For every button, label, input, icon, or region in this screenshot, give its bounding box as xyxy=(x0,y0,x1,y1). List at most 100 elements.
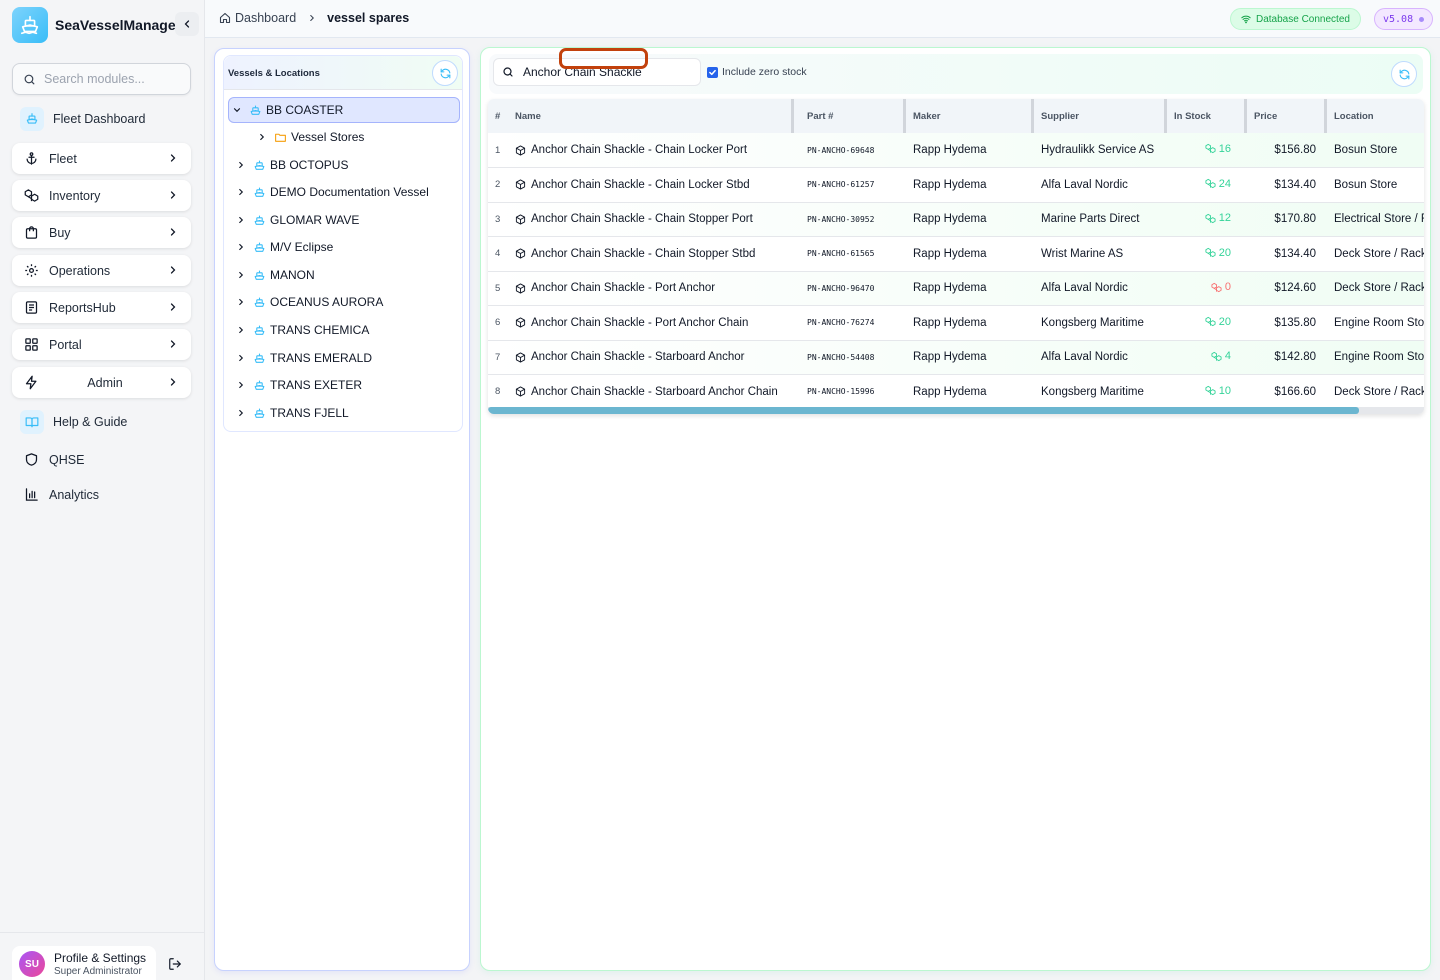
chevron-right-icon[interactable] xyxy=(233,297,249,307)
version-dot xyxy=(1419,16,1425,22)
nav-reportshub[interactable]: ReportsHub xyxy=(12,292,191,323)
table-row[interactable]: 4 Anchor Chain Shackle - Chain Stopper S… xyxy=(488,236,1424,272)
table-row[interactable]: 6 Anchor Chain Shackle - Port Anchor Cha… xyxy=(488,305,1424,341)
tree-node-vessel[interactable]: TRANS FJELL xyxy=(233,400,349,426)
part-number: PN-ANCHO-54408 xyxy=(794,340,906,375)
nav-qhse[interactable]: QHSE xyxy=(12,444,191,475)
search-icon xyxy=(503,67,513,77)
location: Engine Room Store xyxy=(1327,340,1424,375)
price: $134.40 xyxy=(1247,236,1327,272)
tree-node-vessel[interactable]: TRANS EXETER xyxy=(233,372,362,398)
nav-operations[interactable]: Operations xyxy=(12,255,191,286)
stock-icon xyxy=(1205,247,1216,258)
nav-label: Analytics xyxy=(49,487,100,502)
part-name: Anchor Chain Shackle - Chain Locker Stbd xyxy=(531,178,750,191)
chevron-right-icon[interactable] xyxy=(233,408,249,418)
part-name-cell: Anchor Chain Shackle - Chain Locker Port xyxy=(508,133,794,168)
nav-fleet[interactable]: Fleet xyxy=(12,143,191,174)
tree-node-vessel[interactable]: TRANS CHEMICA xyxy=(233,317,369,343)
logout-icon[interactable] xyxy=(168,957,182,971)
nav-inventory[interactable]: Inventory xyxy=(12,180,191,211)
column-header-index[interactable]: # xyxy=(488,99,508,133)
supplier: Alfa Laval Nordic xyxy=(1034,167,1167,203)
spares-panel: Include zero stock # Name Part # Maker S… xyxy=(480,47,1431,971)
chevron-right-icon[interactable] xyxy=(233,353,249,363)
stock-value: 0 xyxy=(1224,281,1231,293)
column-header-name[interactable]: Name xyxy=(508,99,794,133)
column-header-location[interactable]: Location xyxy=(1327,99,1424,133)
location: Deck Store / Rack C xyxy=(1327,374,1424,410)
chevron-right-icon[interactable] xyxy=(233,325,249,335)
tree-node-vessel-stores[interactable]: Vessel Stores xyxy=(254,124,364,150)
tree-node-vessel[interactable]: DEMO Documentation Vessel xyxy=(233,179,429,205)
home-icon[interactable] xyxy=(219,12,231,24)
tree-node-vessel[interactable]: MANON xyxy=(233,262,315,288)
chevron-right-icon[interactable] xyxy=(233,270,249,280)
nav-portal[interactable]: Portal xyxy=(12,329,191,360)
top-bar: Dashboard vessel spares Database Connect… xyxy=(205,0,1440,38)
supplier: Wrist Marine AS xyxy=(1034,236,1167,272)
refresh-spares-button[interactable] xyxy=(1391,61,1417,87)
breadcrumb-dashboard[interactable]: Dashboard xyxy=(235,11,296,25)
stock-value: 16 xyxy=(1218,142,1231,155)
chevron-right-icon[interactable] xyxy=(233,242,249,252)
part-number: PN-ANCHO-96470 xyxy=(794,271,906,306)
chevron-down-icon[interactable] xyxy=(229,105,245,115)
profile-settings-button[interactable]: SU Profile & Settings Super Administrato… xyxy=(12,946,156,980)
column-header-stock[interactable]: In Stock xyxy=(1167,99,1247,133)
tree-node-vessel[interactable]: GLOMAR WAVE xyxy=(233,207,359,233)
row-index: 1 xyxy=(488,133,508,168)
chevron-right-icon xyxy=(170,378,176,386)
table-row[interactable]: 8 Anchor Chain Shackle - Starboard Ancho… xyxy=(488,374,1424,410)
chevron-right-icon[interactable] xyxy=(233,187,249,197)
supplier: Hydraulikk Service AS xyxy=(1034,133,1167,168)
maker: Rapp Hydema xyxy=(906,340,1034,375)
tree-node-vessel[interactable]: BB OCTOPUS xyxy=(233,152,348,178)
column-header-maker[interactable]: Maker xyxy=(906,99,1034,133)
nav-analytics[interactable]: Analytics xyxy=(12,479,191,510)
package-icon xyxy=(515,317,526,328)
part-name-cell: Anchor Chain Shackle - Port Anchor xyxy=(508,271,794,306)
tree-node-label: TRANS FJELL xyxy=(270,406,349,420)
table-row[interactable]: 2 Anchor Chain Shackle - Chain Locker St… xyxy=(488,167,1424,203)
include-zero-stock-toggle[interactable]: Include zero stock xyxy=(707,66,807,78)
horizontal-scrollbar[interactable] xyxy=(488,407,1424,414)
vessel-tree-title: Vessels & Locations xyxy=(228,68,320,79)
column-header-price[interactable]: Price xyxy=(1247,99,1327,133)
package-icon xyxy=(515,144,526,156)
stock-value: 10 xyxy=(1218,384,1231,397)
package-icon xyxy=(515,214,526,225)
nav-fleet-dashboard[interactable]: Fleet Dashboard xyxy=(12,103,191,134)
chevron-right-icon[interactable] xyxy=(233,380,249,390)
tree-node-vessel[interactable]: M/V Eclipse xyxy=(233,234,333,260)
collapse-sidebar-button[interactable] xyxy=(175,12,199,36)
spares-table: # Name Part # Maker Supplier In Stock Pr… xyxy=(488,99,1424,414)
table-row[interactable]: 5 Anchor Chain Shackle - Port Anchor PN-… xyxy=(488,271,1424,306)
column-header-supplier[interactable]: Supplier xyxy=(1034,99,1167,133)
brand[interactable]: SeaVesselManager xyxy=(12,7,181,43)
scrollbar-thumb[interactable] xyxy=(488,407,1359,414)
tree-node-vessel[interactable]: TRANS EMERALD xyxy=(233,345,372,371)
sidebar-footer: SU Profile & Settings Super Administrato… xyxy=(0,932,205,980)
maker: Rapp Hydema xyxy=(906,167,1034,203)
chevron-right-icon[interactable] xyxy=(233,215,249,225)
module-search-input[interactable] xyxy=(44,72,184,86)
refresh-vessels-button[interactable] xyxy=(432,60,458,86)
table-row[interactable]: 3 Anchor Chain Shackle - Chain Stopper P… xyxy=(488,202,1424,237)
nav-help-guide[interactable]: Help & Guide xyxy=(12,406,191,437)
tree-node-vessel[interactable]: OCEANUS AURORA xyxy=(233,289,383,315)
include-zero-stock-checkbox[interactable] xyxy=(707,66,718,78)
table-header-row: # Name Part # Maker Supplier In Stock Pr… xyxy=(488,99,1424,133)
nav-buy[interactable]: Buy xyxy=(12,217,191,248)
chevron-right-icon[interactable] xyxy=(233,160,249,170)
column-header-label: Price xyxy=(1254,110,1278,122)
nav-admin[interactable]: Admin xyxy=(12,367,191,398)
chevron-right-icon[interactable] xyxy=(254,132,270,142)
table-row[interactable]: 1 Anchor Chain Shackle - Chain Locker Po… xyxy=(488,133,1424,168)
table-row[interactable]: 7 Anchor Chain Shackle - Starboard Ancho… xyxy=(488,340,1424,375)
tree-node-bb-coaster[interactable]: BB COASTER xyxy=(228,97,460,123)
row-index: 5 xyxy=(488,271,508,306)
boxes-icon xyxy=(22,187,40,205)
column-header-part[interactable]: Part # xyxy=(794,99,906,133)
chevron-right-icon xyxy=(170,191,176,199)
